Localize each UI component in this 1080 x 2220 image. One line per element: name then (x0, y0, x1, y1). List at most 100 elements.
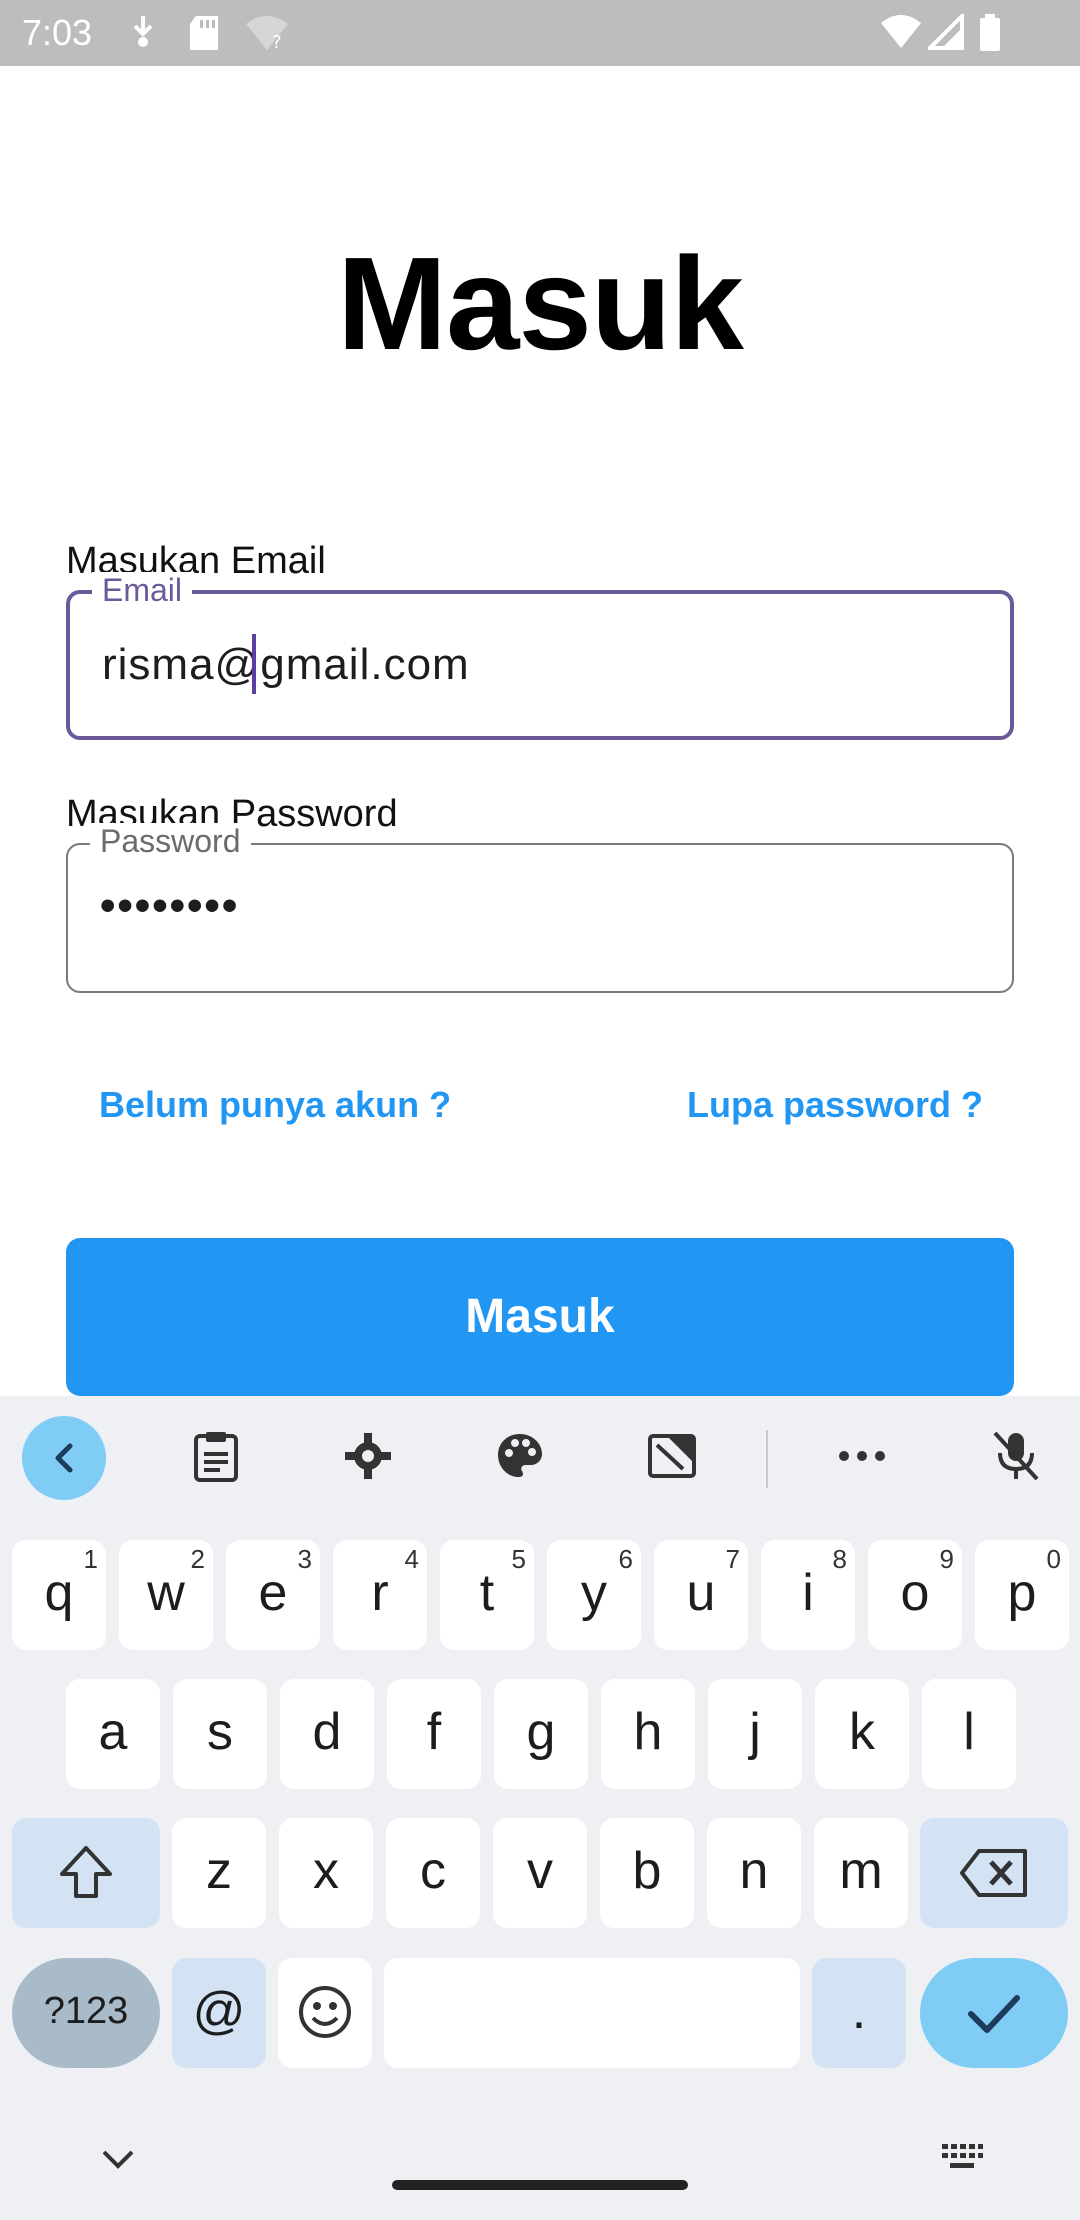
key-x[interactable]: x (279, 1818, 373, 1928)
key-label: b (632, 1842, 662, 1900)
battery-icon (978, 14, 1002, 57)
key-m[interactable]: m (814, 1818, 908, 1928)
symbols-key[interactable]: ?123 (12, 1958, 160, 2068)
key-h[interactable]: h (601, 1679, 695, 1789)
key-label: i (802, 1564, 814, 1622)
key-r[interactable]: r4 (333, 1540, 427, 1650)
key-k[interactable]: k (815, 1679, 909, 1789)
key-g[interactable]: g (494, 1679, 588, 1789)
emoji-key[interactable] (278, 1958, 372, 2068)
status-bar: 7:03 ? (0, 0, 1080, 66)
key-s[interactable]: s (173, 1679, 267, 1789)
key-v[interactable]: v (493, 1818, 587, 1928)
mic-off-icon[interactable] (984, 1424, 1048, 1488)
status-time: 7:03 (22, 12, 93, 53)
key-hint: 8 (832, 1544, 847, 1574)
key-label: v (527, 1842, 553, 1900)
toolbar-divider (766, 1430, 768, 1488)
register-link[interactable]: Belum punya akun ? (99, 1084, 451, 1126)
key-j[interactable]: j (708, 1679, 802, 1789)
sd-card-icon (188, 14, 220, 57)
key-p[interactable]: p0 (975, 1540, 1069, 1650)
key-label: k (849, 1703, 875, 1761)
password-floating-label: Password (90, 823, 251, 859)
wifi-question-icon: ? (244, 14, 290, 57)
key-label: d (312, 1703, 342, 1761)
key-hint: 1 (83, 1544, 98, 1574)
wifi-icon (880, 14, 922, 55)
key-label: l (963, 1703, 975, 1761)
key-label: s (207, 1703, 233, 1761)
svg-text:?: ? (272, 32, 282, 52)
key-hint: 6 (618, 1544, 633, 1574)
palette-icon[interactable] (488, 1424, 552, 1488)
signal-icon (925, 11, 964, 55)
key-label: w (147, 1564, 185, 1622)
key-i[interactable]: i8 (761, 1540, 855, 1650)
gesture-nav-handle[interactable] (392, 2180, 688, 2190)
key-o[interactable]: o9 (868, 1540, 962, 1650)
backspace-key[interactable] (920, 1818, 1068, 1928)
clipboard-icon[interactable] (184, 1424, 248, 1488)
key-hint: 7 (725, 1544, 740, 1574)
email-field[interactable]: Email risma@gmail.com (66, 572, 1014, 740)
key-label: p (1007, 1564, 1037, 1622)
key-label: m (839, 1842, 883, 1900)
key-hint: 9 (939, 1544, 954, 1574)
keyboard-switch-icon[interactable] (940, 2142, 984, 2177)
key-f[interactable]: f (387, 1679, 481, 1789)
email-value: risma@gmail.com (102, 640, 470, 689)
back-icon[interactable] (22, 1416, 106, 1500)
key-u[interactable]: u7 (654, 1540, 748, 1650)
soft-keyboard: ?123 @ . q1w2e3r4t5y6u7i8o9p0asdfghjklzx… (0, 1396, 1080, 2220)
key-label: z (206, 1842, 232, 1900)
key-label: c (420, 1842, 446, 1900)
key-w[interactable]: w2 (119, 1540, 213, 1650)
keyboard-toolbar (0, 1396, 1080, 1516)
login-button[interactable]: Masuk (66, 1238, 1014, 1396)
key-label: a (98, 1703, 128, 1761)
key-y[interactable]: y6 (547, 1540, 641, 1650)
done-key[interactable] (920, 1958, 1068, 2068)
settings-icon[interactable] (336, 1424, 400, 1488)
key-label: x (313, 1842, 339, 1900)
email-floating-label: Email (92, 572, 193, 608)
resize-icon[interactable] (640, 1424, 704, 1488)
key-c[interactable]: c (386, 1818, 480, 1928)
key-b[interactable]: b (600, 1818, 694, 1928)
space-key[interactable] (384, 1958, 800, 2068)
key-label: u (686, 1564, 716, 1622)
key-hint: 2 (190, 1544, 205, 1574)
key-a[interactable]: a (66, 1679, 160, 1789)
key-hint: 3 (297, 1544, 312, 1574)
key-t[interactable]: t5 (440, 1540, 534, 1650)
collapse-keyboard-icon[interactable] (100, 2148, 136, 2175)
key-label: r (371, 1564, 389, 1622)
password-field[interactable]: Password •••••••• (66, 823, 1014, 993)
key-label: h (633, 1703, 663, 1761)
key-hint: 5 (511, 1544, 526, 1574)
key-label: y (581, 1564, 607, 1622)
key-label: j (749, 1703, 761, 1761)
key-label: n (739, 1842, 769, 1900)
key-l[interactable]: l (922, 1679, 1016, 1789)
key-d[interactable]: d (280, 1679, 374, 1789)
text-caret (252, 634, 256, 694)
key-q[interactable]: q1 (12, 1540, 106, 1650)
key-label: o (900, 1564, 930, 1622)
more-icon[interactable] (830, 1424, 894, 1488)
period-key[interactable]: . (812, 1958, 906, 2068)
key-label: q (44, 1564, 74, 1622)
password-value: •••••••• (100, 881, 240, 930)
key-e[interactable]: e3 (226, 1540, 320, 1650)
shift-key[interactable] (12, 1818, 160, 1928)
key-label: g (526, 1703, 556, 1761)
key-z[interactable]: z (172, 1818, 266, 1928)
key-label: e (258, 1564, 288, 1622)
at-key[interactable]: @ (172, 1958, 266, 2068)
key-label: f (426, 1703, 442, 1761)
key-label: t (479, 1564, 495, 1622)
key-n[interactable]: n (707, 1818, 801, 1928)
key-hint: 4 (404, 1544, 419, 1574)
forgot-password-link[interactable]: Lupa password ? (687, 1084, 983, 1126)
